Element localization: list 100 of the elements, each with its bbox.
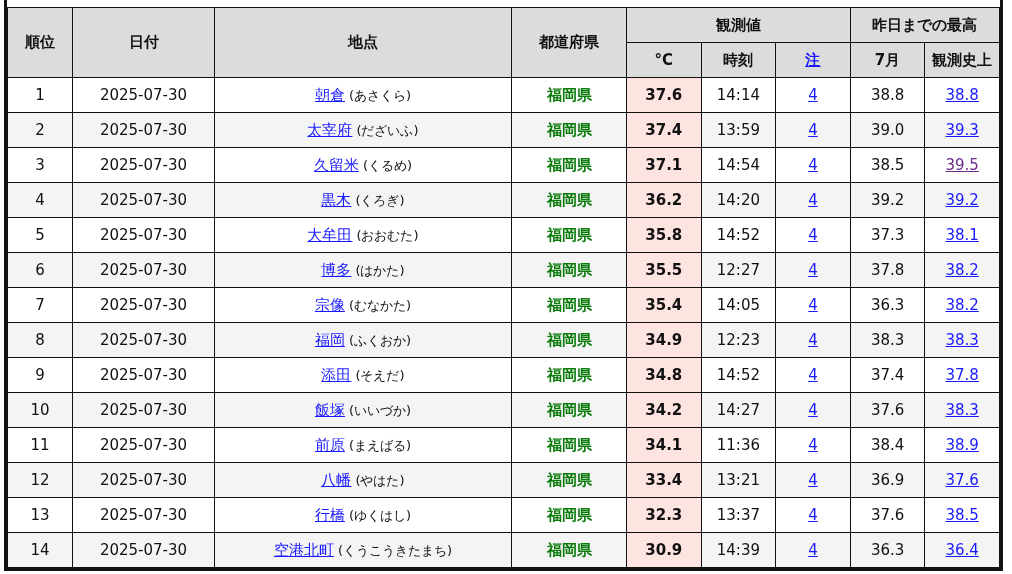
time-cell: 13:37	[701, 497, 776, 533]
note-link[interactable]: 注	[805, 50, 821, 69]
temperature-cell: 34.9	[626, 322, 702, 358]
place-reading: (むなかた)	[348, 297, 412, 313]
place-reading: (まえばる)	[348, 437, 412, 453]
place-link[interactable]: 前原	[314, 435, 345, 454]
column-header: 都道府県	[511, 7, 627, 78]
month-max-cell: 37.6	[850, 392, 925, 428]
date-cell: 2025-07-30	[72, 252, 215, 288]
time-cell: 13:59	[701, 112, 776, 148]
place-link[interactable]: 八幡	[321, 470, 352, 489]
place-link[interactable]: 太宰府	[307, 120, 353, 139]
temperature-cell: 34.8	[626, 357, 702, 393]
place-link[interactable]: 大牟田	[307, 225, 353, 244]
prefecture-cell: 福岡県	[511, 322, 627, 358]
rank-cell: 14	[7, 532, 73, 568]
place-link[interactable]: 博多	[321, 260, 352, 279]
prefecture-cell: 福岡県	[511, 392, 627, 428]
note-link[interactable]: 4	[808, 296, 818, 314]
place-reading: (ゆくはし)	[348, 507, 412, 523]
date-cell: 2025-07-30	[72, 217, 215, 253]
date-cell: 2025-07-30	[72, 462, 215, 498]
place-reading: (くるめ)	[362, 157, 413, 173]
note-link[interactable]: 4	[808, 401, 818, 419]
date-cell: 2025-07-30	[72, 287, 215, 323]
note-link[interactable]: 4	[808, 156, 818, 174]
month-max-cell: 38.3	[850, 322, 925, 358]
prefecture-cell: 福岡県	[511, 497, 627, 533]
time-cell: 14:14	[701, 77, 776, 113]
month-max-cell: 37.3	[850, 217, 925, 253]
prefecture-cell: 福岡県	[511, 357, 627, 393]
month-max-cell: 38.5	[850, 147, 925, 183]
column-header: 時刻	[701, 42, 776, 78]
place-link[interactable]: 朝倉	[314, 85, 345, 104]
place-link[interactable]: 黒木	[321, 190, 352, 209]
place-reading: (いいづか)	[348, 402, 412, 418]
temperature-cell: 34.1	[626, 427, 702, 463]
temperature-cell: 36.2	[626, 182, 702, 218]
place-reading: (くろぎ)	[355, 192, 405, 208]
time-cell: 14:52	[701, 217, 776, 253]
place-reading: (やはた)	[355, 472, 405, 488]
note-link[interactable]: 4	[808, 191, 818, 209]
month-max-cell: 39.0	[850, 112, 925, 148]
place-link[interactable]: 久留米	[313, 155, 359, 174]
time-cell: 14:27	[701, 392, 776, 428]
note-link[interactable]: 4	[808, 121, 818, 139]
time-cell: 13:21	[701, 462, 776, 498]
month-max-cell: 38.4	[850, 427, 925, 463]
date-cell: 2025-07-30	[72, 497, 215, 533]
time-cell: 12:27	[701, 252, 776, 288]
note-link[interactable]: 4	[808, 506, 818, 524]
date-cell: 2025-07-30	[72, 532, 215, 568]
temperature-cell: 35.5	[626, 252, 702, 288]
note-link[interactable]: 4	[808, 331, 818, 349]
date-cell: 2025-07-30	[72, 322, 215, 358]
temperature-cell: 33.4	[626, 462, 702, 498]
month-max-cell: 37.4	[850, 357, 925, 393]
place-link[interactable]: 添田	[321, 365, 352, 384]
time-cell: 14:20	[701, 182, 776, 218]
place-link[interactable]: 宗像	[314, 295, 345, 314]
month-max-cell: 37.6	[850, 497, 925, 533]
note-link[interactable]: 4	[808, 86, 818, 104]
place-link[interactable]: 行橋	[314, 505, 345, 524]
prefecture-cell: 福岡県	[511, 252, 627, 288]
note-link[interactable]: 4	[808, 471, 818, 489]
place-link[interactable]: 飯塚	[314, 400, 345, 419]
place-reading: (あさくら)	[348, 87, 412, 103]
month-max-cell: 36.3	[850, 532, 925, 568]
rank-cell: 8	[7, 322, 73, 358]
prefecture-cell: 福岡県	[511, 427, 627, 463]
place-link[interactable]: 福岡	[314, 330, 345, 349]
month-max-cell: 39.2	[850, 182, 925, 218]
place-link[interactable]: 空港北町	[273, 540, 334, 559]
note-link[interactable]: 4	[808, 261, 818, 279]
time-cell: 14:39	[701, 532, 776, 568]
note-link[interactable]: 4	[808, 226, 818, 244]
date-cell: 2025-07-30	[72, 427, 215, 463]
column-header: °C	[626, 42, 702, 78]
rank-cell: 11	[7, 427, 73, 463]
temperature-cell: 35.8	[626, 217, 702, 253]
prefecture-cell: 福岡県	[511, 217, 627, 253]
time-cell: 14:52	[701, 357, 776, 393]
time-cell: 14:05	[701, 287, 776, 323]
note-link[interactable]: 4	[808, 436, 818, 454]
rank-cell: 12	[7, 462, 73, 498]
temperature-cell: 37.4	[626, 112, 702, 148]
rank-cell: 13	[7, 497, 73, 533]
prefecture-cell: 福岡県	[511, 77, 627, 113]
month-max-cell: 36.9	[850, 462, 925, 498]
column-header: 7月	[850, 42, 925, 78]
place-reading: (ふくおか)	[348, 332, 412, 348]
note-link[interactable]: 4	[808, 366, 818, 384]
rank-cell: 9	[7, 357, 73, 393]
date-cell: 2025-07-30	[72, 392, 215, 428]
place-reading: (だざいふ)	[356, 122, 419, 138]
place-reading: (はかた)	[355, 262, 405, 278]
column-header: 観測値	[626, 7, 851, 43]
month-max-cell: 37.8	[850, 252, 925, 288]
date-cell: 2025-07-30	[72, 357, 215, 393]
note-link[interactable]: 4	[808, 541, 818, 559]
